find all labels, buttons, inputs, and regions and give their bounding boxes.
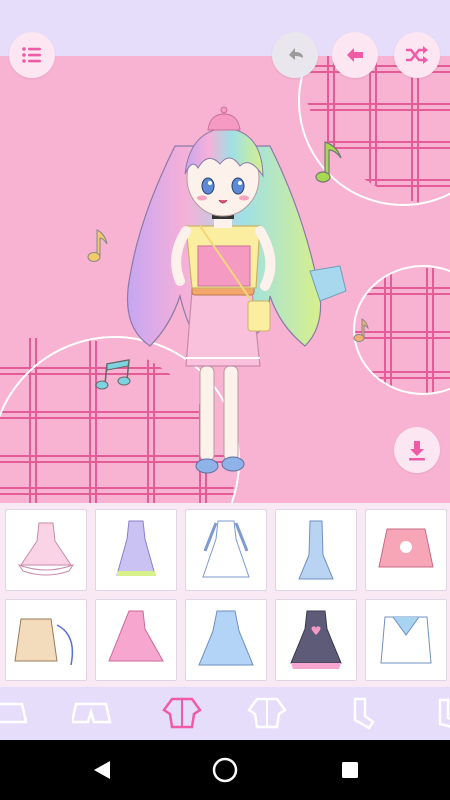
save-button[interactable] bbox=[394, 427, 440, 473]
category-tab-bar bbox=[0, 687, 450, 740]
menu-button[interactable] bbox=[9, 32, 55, 78]
music-note-small bbox=[353, 318, 369, 342]
item-tan-jacket-with-string[interactable] bbox=[5, 599, 87, 681]
list-icon bbox=[22, 47, 41, 63]
circle-home-icon bbox=[212, 757, 238, 783]
item-sailor-blouse[interactable] bbox=[365, 599, 447, 681]
shuffle-icon bbox=[406, 46, 428, 64]
item-white-long-sleeve-gown[interactable] bbox=[185, 509, 267, 591]
undo-button[interactable] bbox=[272, 32, 318, 78]
square-recents-icon bbox=[342, 762, 358, 778]
item-blue-flowy-dress[interactable] bbox=[185, 599, 267, 681]
nav-recents-button[interactable] bbox=[334, 754, 366, 786]
tab-socks[interactable] bbox=[338, 693, 382, 733]
tab-coat[interactable] bbox=[245, 693, 289, 733]
triangle-back-icon bbox=[94, 761, 110, 779]
undo-icon bbox=[289, 48, 303, 60]
dressed-character[interactable] bbox=[100, 96, 350, 486]
item-pink-tiered-dress[interactable] bbox=[95, 599, 177, 681]
nav-back-button[interactable] bbox=[86, 754, 118, 786]
item-blue-mermaid-gown[interactable] bbox=[275, 509, 357, 591]
shoe-icon bbox=[438, 698, 450, 728]
item-purple-heart-dress[interactable] bbox=[275, 599, 357, 681]
system-navigation-bar bbox=[0, 740, 450, 800]
item-pink-bunny-sweater[interactable] bbox=[365, 509, 447, 591]
skirt-icon bbox=[0, 702, 28, 724]
back-button[interactable] bbox=[332, 32, 378, 78]
sock-icon bbox=[353, 697, 375, 730]
item-lavender-sundress[interactable] bbox=[95, 509, 177, 591]
shorts-icon bbox=[72, 702, 112, 724]
item-pink-ruffle-dress[interactable] bbox=[5, 509, 87, 591]
tab-skirt[interactable] bbox=[0, 693, 34, 733]
back-icon bbox=[347, 48, 363, 62]
dress-up-stage bbox=[0, 56, 450, 503]
jacket-icon bbox=[162, 697, 202, 729]
shuffle-button[interactable] bbox=[394, 32, 440, 78]
tab-shoes[interactable] bbox=[425, 693, 450, 733]
clothing-grid bbox=[0, 503, 450, 687]
tab-tops[interactable] bbox=[160, 693, 204, 733]
tab-shorts[interactable] bbox=[70, 693, 114, 733]
coat-icon bbox=[247, 697, 287, 729]
download-icon bbox=[409, 441, 425, 461]
top-strip bbox=[0, 0, 450, 56]
nav-home-button[interactable] bbox=[209, 754, 241, 786]
